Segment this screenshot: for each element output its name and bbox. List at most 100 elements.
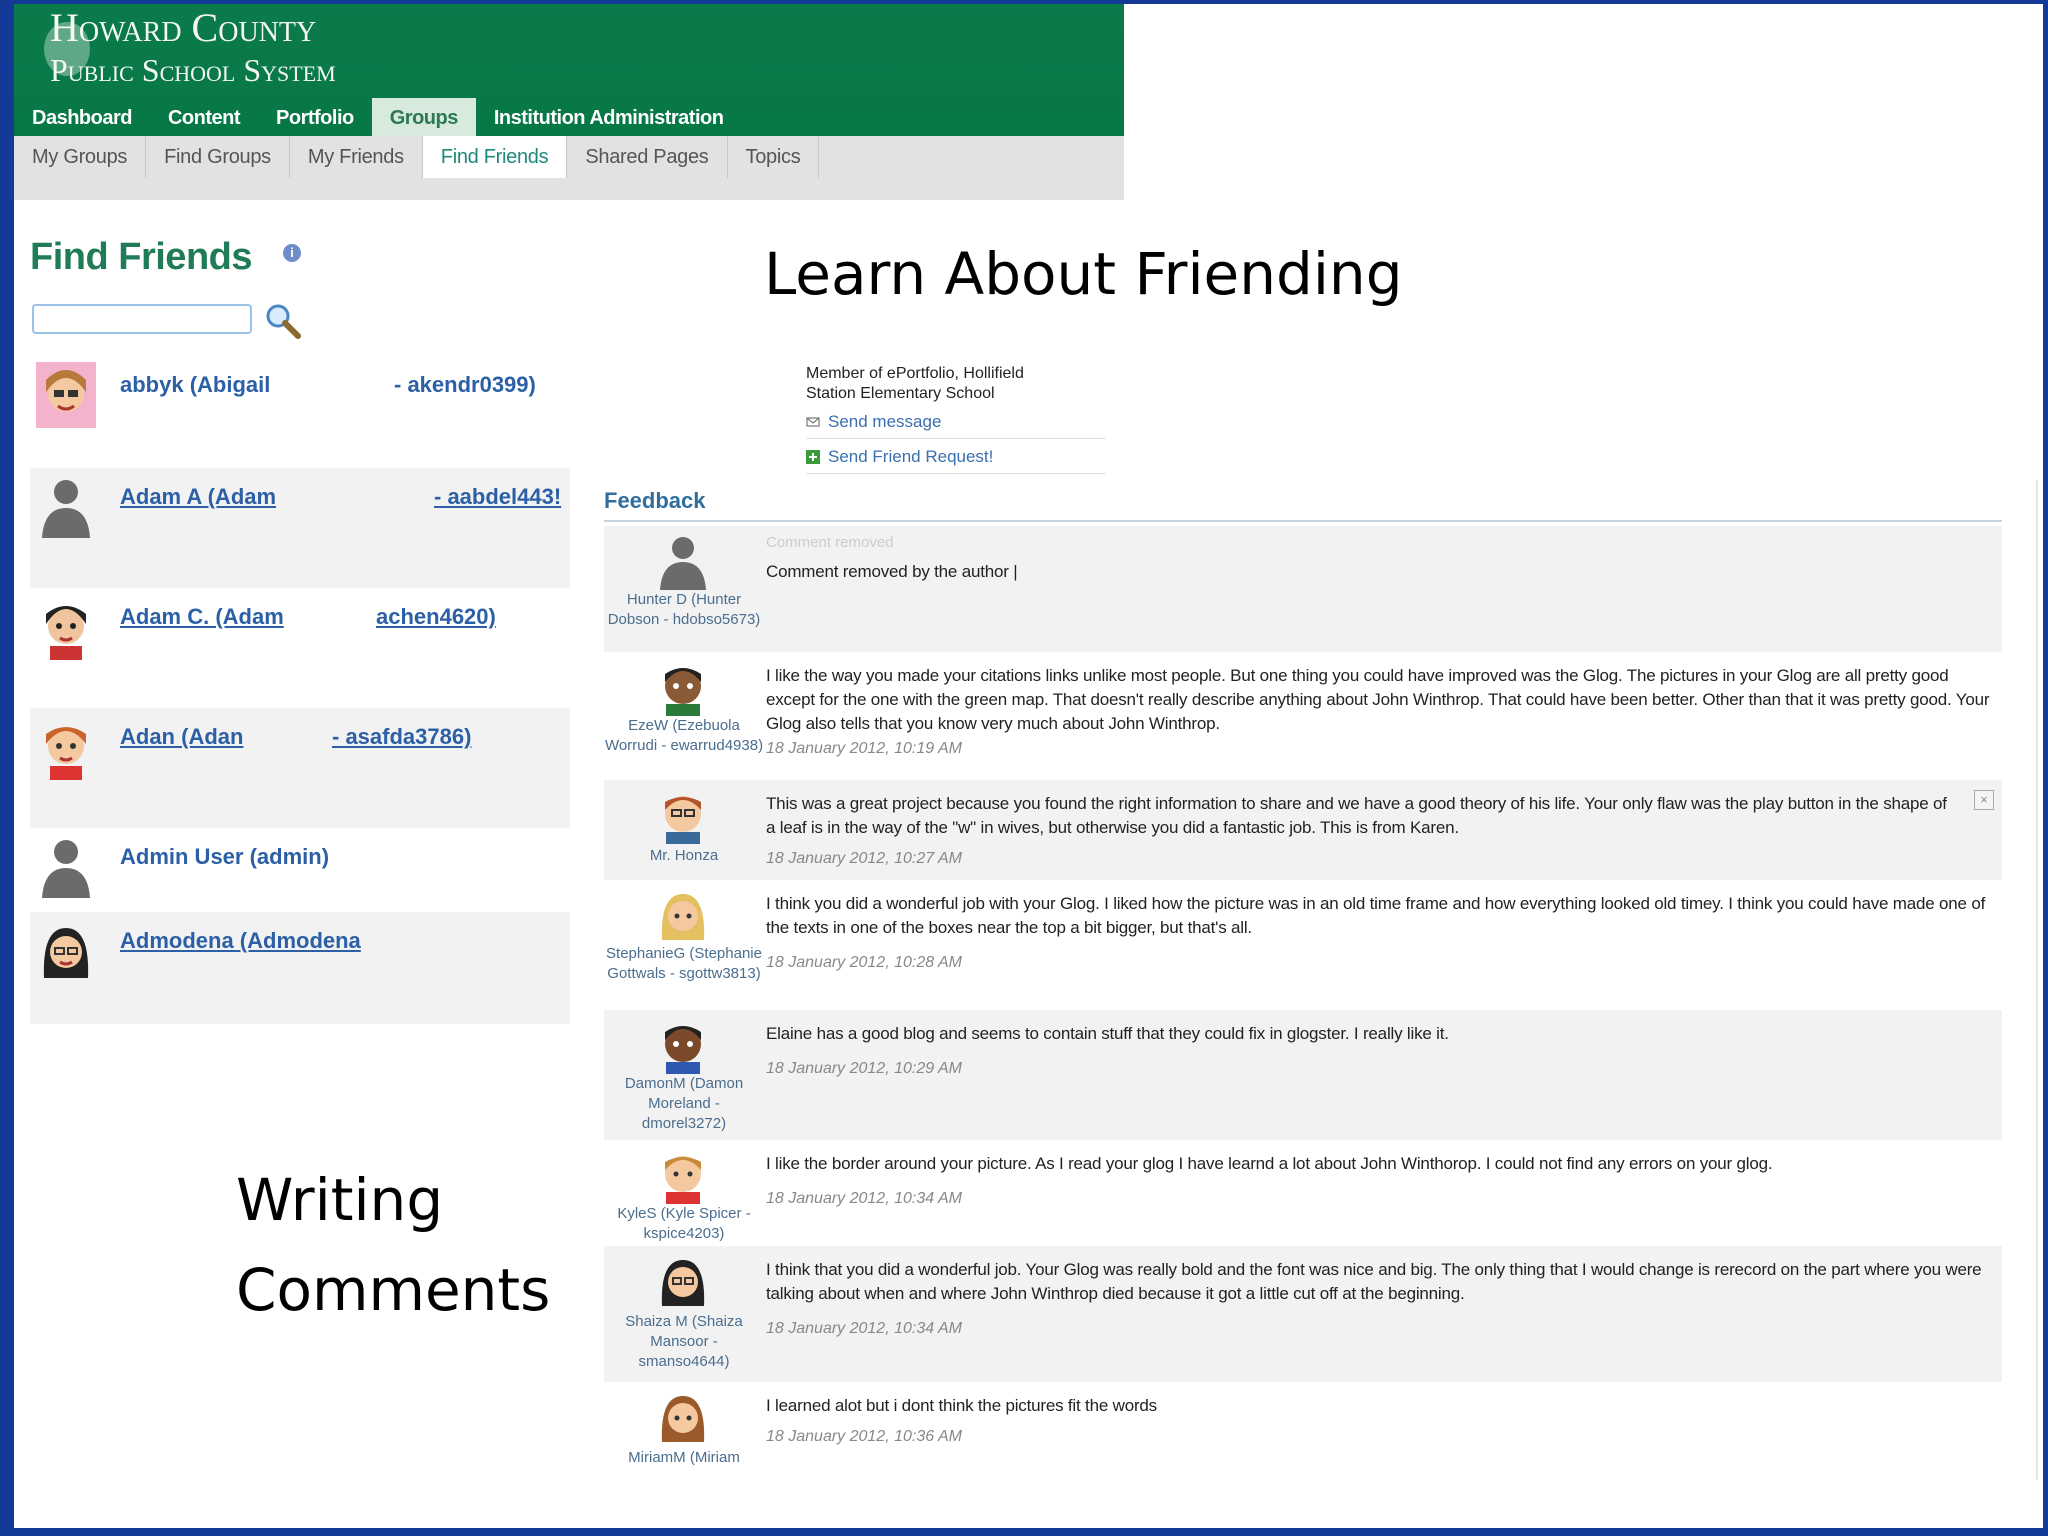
annotation-writing: Writing	[236, 1166, 444, 1234]
nav-tab-groups[interactable]: Groups	[371, 98, 476, 138]
member-info-panel: Member of ePortfolio, Hollifield Station…	[806, 364, 1106, 474]
avatar-icon	[661, 894, 705, 940]
comment-text: Elaine has a good blog and seems to cont…	[766, 1024, 1449, 1043]
avatar-icon	[665, 796, 701, 844]
comment-item: StephanieG (Stephanie Gottwals - sgottw3…	[604, 880, 2002, 1010]
comment-author[interactable]: EzeW (Ezebuola Worrudi - ewarrud4938)	[604, 716, 764, 756]
comment-date: 18 January 2012, 10:34 AM	[766, 1320, 962, 1337]
friend-name[interactable]: Adan (Adan	[120, 724, 243, 750]
comment-text: I think that you did a wonderful job. Yo…	[766, 1260, 1982, 1303]
comment-author[interactable]: Mr. Honza	[604, 846, 764, 866]
feedback-divider	[604, 520, 2002, 522]
send-message-link[interactable]: Send message	[806, 412, 1106, 439]
list-item[interactable]: Adam A (Adam - aabdel443!	[30, 468, 570, 588]
friend-handle[interactable]: - akendr0399)	[394, 372, 536, 398]
list-item[interactable]: Adam C. (Adam achen4620)	[30, 588, 570, 708]
feedback-list: Hunter D (Hunter Dobson - hdobso5673) Co…	[604, 526, 2002, 1474]
list-item[interactable]: Admin User (admin)	[30, 828, 570, 912]
logo-line-2[interactable]: Public School System	[50, 52, 336, 89]
comment-text: This was a great project because you fou…	[766, 794, 1947, 837]
friends-list: abbyk (Abigail - akendr0399) Adam A (Ada…	[30, 356, 570, 1024]
avatar-icon	[42, 840, 90, 898]
avatar-icon	[665, 1026, 701, 1074]
comment-text: I think you did a wonderful job with you…	[766, 894, 1986, 937]
subnav-topics[interactable]: Topics	[728, 136, 820, 178]
avatar-icon	[665, 1156, 701, 1204]
comment-item: Shaiza M (Shaiza Mansoor - smanso4644) I…	[604, 1246, 2002, 1382]
member-school-line: Station Elementary School	[806, 385, 995, 402]
avatar-icon	[660, 537, 706, 590]
list-item[interactable]: abbyk (Abigail - akendr0399)	[30, 356, 570, 468]
page-title: Find Friends	[30, 236, 253, 278]
friend-name[interactable]: Admodena (Admodena	[120, 928, 361, 954]
nav-tab-institution-administration[interactable]: Institution Administration	[476, 98, 742, 138]
list-item[interactable]: Adan (Adan - asafda3786)	[30, 708, 570, 828]
comment-date: 18 January 2012, 10:28 AM	[766, 954, 962, 971]
friend-handle[interactable]: achen4620)	[376, 604, 496, 630]
send-message-label: Send message	[828, 412, 942, 431]
comment-item: Mr. Honza This was a great project becau…	[604, 780, 2002, 880]
logo-line-1[interactable]: Howard County	[50, 4, 316, 51]
avatar-icon	[36, 362, 96, 428]
avatar-icon	[661, 1260, 705, 1306]
comment-author[interactable]: Shaiza M (Shaiza Mansoor - smanso4644)	[604, 1312, 764, 1372]
comment-text: I like the border around your picture. A…	[766, 1154, 1773, 1173]
subnav-shared-pages[interactable]: Shared Pages	[567, 136, 728, 178]
comment-date: 18 January 2012, 10:29 AM	[766, 1060, 962, 1077]
comment-text: I learned alot but i dont think the pict…	[766, 1396, 1157, 1415]
comment-item: MiriamM (Miriam I learned alot but i don…	[604, 1382, 2002, 1474]
friend-name[interactable]: abbyk (Abigail	[120, 372, 270, 398]
comment-item: Hunter D (Hunter Dobson - hdobso5673) Co…	[604, 526, 2002, 652]
friend-name[interactable]: Admin User (admin)	[120, 844, 329, 870]
nav-tab-dashboard[interactable]: Dashboard	[14, 98, 150, 138]
subnav-find-groups[interactable]: Find Groups	[146, 136, 290, 178]
friend-name[interactable]: Adam C. (Adam	[120, 604, 284, 630]
comment-removed-title: Comment removed	[766, 534, 894, 551]
nav-tab-content[interactable]: Content	[150, 98, 258, 138]
avatar-icon	[43, 928, 89, 978]
avatar-icon	[46, 606, 86, 660]
friend-handle[interactable]: - aabdel443!	[434, 484, 561, 510]
friend-name[interactable]: Adam A (Adam	[120, 484, 276, 510]
comment-date: 18 January 2012, 10:19 AM	[766, 740, 962, 757]
subnav-my-friends[interactable]: My Friends	[290, 136, 423, 178]
avatar-icon	[661, 1396, 705, 1442]
send-friend-request-label: Send Friend Request!	[828, 447, 994, 466]
comment-item: KyleS (Kyle Spicer - kspice4203) I like …	[604, 1140, 2002, 1246]
search-input[interactable]	[32, 304, 252, 334]
comment-text: I like the way you made your citations l…	[766, 666, 1990, 733]
annotation-comments: Comments	[236, 1256, 551, 1324]
info-icon[interactable]: i	[283, 244, 301, 262]
send-friend-request-link[interactable]: Send Friend Request!	[806, 447, 1106, 474]
add-friend-icon	[806, 450, 820, 464]
comment-author[interactable]: StephanieG (Stephanie Gottwals - sgottw3…	[604, 944, 764, 984]
annotation-learn-about-friending: Learn About Friending	[764, 240, 1403, 308]
avatar-icon	[46, 727, 86, 780]
delete-comment-icon[interactable]: ×	[1974, 790, 1994, 810]
sub-nav: My Groups Find Groups My Friends Find Fr…	[14, 136, 1124, 200]
comment-author[interactable]: Hunter D (Hunter Dobson - hdobso5673)	[604, 590, 764, 630]
member-of-line: Member of ePortfolio, Hollifield	[806, 365, 1024, 382]
comment-date: 18 January 2012, 10:34 AM	[766, 1190, 962, 1207]
subnav-my-groups[interactable]: My Groups	[14, 136, 147, 178]
comment-author[interactable]: KyleS (Kyle Spicer - kspice4203)	[604, 1204, 764, 1244]
avatar-icon	[665, 668, 701, 716]
subnav-find-friends[interactable]: Find Friends	[422, 136, 568, 178]
comment-author[interactable]: DamonM (Damon Moreland - dmorel3272)	[604, 1074, 764, 1134]
nav-tab-portfolio[interactable]: Portfolio	[258, 98, 372, 138]
comment-date: 18 January 2012, 10:27 AM	[766, 850, 962, 867]
search-icon[interactable]	[262, 300, 304, 342]
comment-date: 18 January 2012, 10:36 AM	[766, 1428, 962, 1445]
site-header: Howard County Public School System Dashb…	[14, 4, 1124, 138]
comment-text: Comment removed by the author |	[766, 562, 1018, 581]
comment-item: EzeW (Ezebuola Worrudi - ewarrud4938) I …	[604, 652, 2002, 780]
avatar-icon	[42, 480, 90, 538]
feedback-title: Feedback	[604, 488, 706, 513]
page-edge	[2036, 480, 2038, 1480]
comment-item: DamonM (Damon Moreland - dmorel3272) Ela…	[604, 1010, 2002, 1140]
friend-handle[interactable]: - asafda3786)	[332, 724, 471, 750]
comment-author[interactable]: MiriamM (Miriam	[604, 1448, 764, 1468]
list-item[interactable]: Admodena (Admodena	[30, 912, 570, 1024]
envelope-icon	[806, 417, 820, 427]
main-nav: Dashboard Content Portfolio Groups Insti…	[14, 98, 741, 138]
